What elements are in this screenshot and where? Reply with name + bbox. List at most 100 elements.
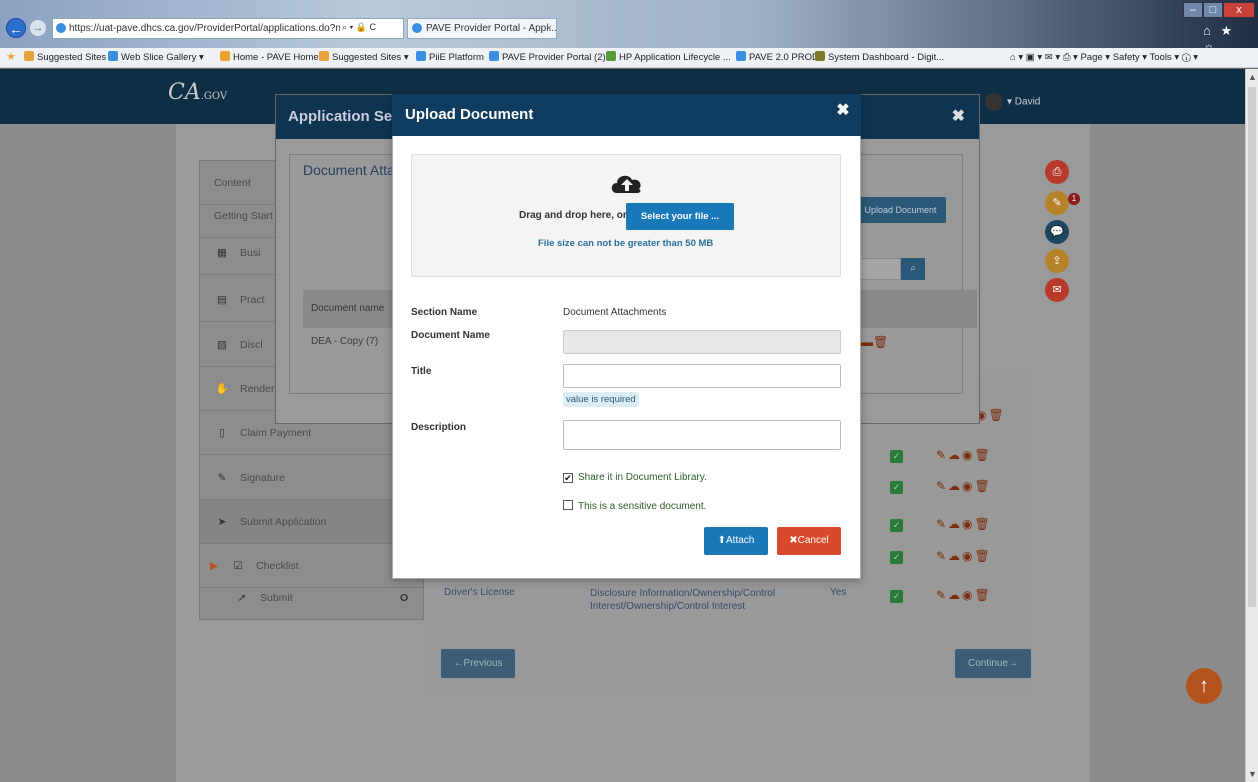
- upload-document-button[interactable]: Upload Document: [855, 197, 946, 223]
- status-circle-icon: O: [400, 592, 409, 604]
- section-cell[interactable]: Disclosure Information/Ownership/Control…: [590, 587, 800, 613]
- fav-item[interactable]: PAVE Provider Portal (2): [489, 48, 606, 67]
- paper-plane-icon: ➚: [237, 592, 247, 604]
- section-name-value: Document Attachments: [563, 307, 667, 318]
- send-icon: ➤: [217, 516, 227, 528]
- fav-item[interactable]: Suggested Sites ▾: [319, 48, 409, 67]
- fav-icon: [416, 51, 426, 61]
- search-icon[interactable]: ⌕: [901, 258, 925, 280]
- share-checkbox[interactable]: ✔: [563, 473, 573, 483]
- fav-item[interactable]: Home - PAVE Home: [220, 48, 319, 67]
- fav-icon: [489, 51, 499, 61]
- description-input[interactable]: [563, 420, 841, 450]
- fav-item[interactable]: HP Application Lifecycle ...: [606, 48, 731, 67]
- scroll-thumb[interactable]: [1248, 87, 1256, 607]
- sensitive-label: This is a sensitive document.: [578, 501, 707, 512]
- favorites-bar: ★ Suggested Sites ▾ Web Slice Gallery ▾ …: [0, 48, 1258, 68]
- fav-item[interactable]: PAVE 2.0 PROD: [736, 48, 819, 67]
- check-icon: ✓: [890, 590, 903, 603]
- search-input[interactable]: [855, 258, 901, 280]
- scrollbar[interactable]: ▲ ▼: [1245, 69, 1258, 782]
- row-actions-icons[interactable]: ✎☁◉🗑: [936, 479, 992, 493]
- description-label: Description: [411, 422, 467, 433]
- title-input[interactable]: [563, 364, 841, 388]
- fav-icon: [108, 51, 118, 61]
- window-controls: – □ x: [1183, 2, 1255, 18]
- search-box: ⌕: [855, 258, 925, 280]
- url-controls[interactable]: ⌕ ▾ 🔒 C: [340, 22, 379, 33]
- cancel-label: Cancel: [797, 535, 829, 546]
- attach-button[interactable]: ⬆Attach: [704, 527, 768, 555]
- maximize-button[interactable]: □: [1203, 2, 1223, 18]
- tab-title: PAVE Provider Portal - Appl...: [426, 23, 557, 34]
- fav-item[interactable]: PiiE Platform: [416, 48, 484, 67]
- document-icon: ▯: [219, 427, 225, 439]
- scroll-up-icon[interactable]: ▲: [1248, 72, 1257, 82]
- continue-button[interactable]: Continue→: [955, 649, 1031, 678]
- section-name-label: Section Name: [411, 307, 478, 318]
- row-actions-icons[interactable]: ✎☁◉🗑: [936, 448, 992, 462]
- logo-suffix: .GOV: [200, 91, 228, 102]
- handshake-icon: ✋: [215, 383, 229, 395]
- file-size-note: File size can not be greater than 50 MB: [538, 238, 714, 249]
- notes-icon[interactable]: ✎: [1045, 191, 1069, 215]
- back-button[interactable]: ←: [6, 18, 26, 38]
- avatar: [985, 93, 1003, 111]
- table-row: Driver's License Disclosure Information/…: [428, 580, 1032, 616]
- previous-button[interactable]: ←Previous: [441, 649, 515, 678]
- home-favorites-settings-icons[interactable]: ⌂ ★ ☼: [1203, 23, 1255, 54]
- check-icon: ✓: [890, 481, 903, 494]
- row-actions-icons[interactable]: ◉🗑: [976, 408, 1006, 422]
- document-name-cell: DEA - Copy (7): [311, 336, 379, 347]
- row-actions-icons[interactable]: ▬🗑: [861, 328, 888, 356]
- pen-icon: ✎: [217, 472, 227, 484]
- fav-item[interactable]: Suggested Sites ▾: [24, 48, 114, 67]
- fav-item[interactable]: Web Slice Gallery ▾: [108, 48, 204, 67]
- row-actions-icons[interactable]: ✎☁◉🗑: [936, 588, 992, 602]
- nav-item-submit[interactable]: ➚ Submit O: [200, 576, 425, 620]
- pdf-icon[interactable]: ⎙: [1045, 160, 1069, 184]
- favorites-star-icon[interactable]: ★: [6, 48, 16, 67]
- share-icon[interactable]: ⇪: [1045, 249, 1069, 273]
- share-library-option[interactable]: ✔ Share it in Document Library.: [563, 472, 707, 483]
- browser-tab[interactable]: PAVE Provider Portal - Appl... ×: [407, 18, 557, 39]
- row-actions-icons[interactable]: ✎☁◉🗑: [936, 517, 992, 531]
- fav-icon: [815, 51, 825, 61]
- sensitive-checkbox[interactable]: [563, 500, 573, 510]
- minimize-button[interactable]: –: [1183, 2, 1203, 18]
- ca-gov-logo[interactable]: CA.GOV: [168, 80, 227, 105]
- fav-item[interactable]: System Dashboard - Digit...: [815, 48, 944, 67]
- scroll-down-icon[interactable]: ▼: [1248, 769, 1257, 779]
- attach-label: Attach: [726, 535, 755, 546]
- command-bar[interactable]: ⌂ ▾ ▣ ▾ ✉ ▾ ⎙ ▾ Page ▾ Safety ▾ Tools ▾ …: [1010, 48, 1198, 67]
- column-document-name: Document name: [311, 303, 385, 314]
- check-icon: ✓: [890, 551, 903, 564]
- cancel-button[interactable]: ✖Cancel: [777, 527, 841, 555]
- tab-close-icon[interactable]: ×: [546, 19, 552, 38]
- forward-button[interactable]: →: [30, 20, 46, 36]
- practice-icon: ▤: [217, 294, 227, 306]
- document-name-field[interactable]: [563, 330, 841, 354]
- cancel-x-icon: ✖: [789, 535, 798, 546]
- close-window-button[interactable]: x: [1223, 2, 1255, 18]
- user-name: ▾ David: [1007, 96, 1041, 108]
- chat-icon[interactable]: 💬: [1045, 220, 1069, 244]
- check-icon: ✓: [890, 519, 903, 532]
- title-error-message: value is required: [563, 392, 639, 407]
- sensitive-document-option[interactable]: This is a sensitive document.: [563, 500, 706, 512]
- side-toolbar: ⎙ ✎ 💬 ⇪ ✉: [1045, 160, 1075, 310]
- fav-icon: [319, 51, 329, 61]
- scroll-to-top-button[interactable]: ↑: [1186, 668, 1222, 704]
- disclosure-icon: ▧: [217, 339, 227, 351]
- row-actions-icons[interactable]: ✎☁◉🗑: [936, 549, 992, 563]
- ie-icon: [412, 23, 422, 33]
- user-menu[interactable]: ▾ David: [985, 93, 1040, 111]
- mail-icon[interactable]: ✉: [1045, 278, 1069, 302]
- close-icon[interactable]: ✖: [833, 100, 853, 120]
- panel-title: Document Atta: [303, 162, 395, 178]
- select-file-button[interactable]: Select your file ...: [626, 203, 734, 230]
- modal-title: Upload Document: [405, 106, 534, 123]
- close-icon[interactable]: ✖: [952, 95, 965, 139]
- required-cell: Yes: [830, 587, 847, 598]
- upload-icon: ⬆: [717, 535, 727, 546]
